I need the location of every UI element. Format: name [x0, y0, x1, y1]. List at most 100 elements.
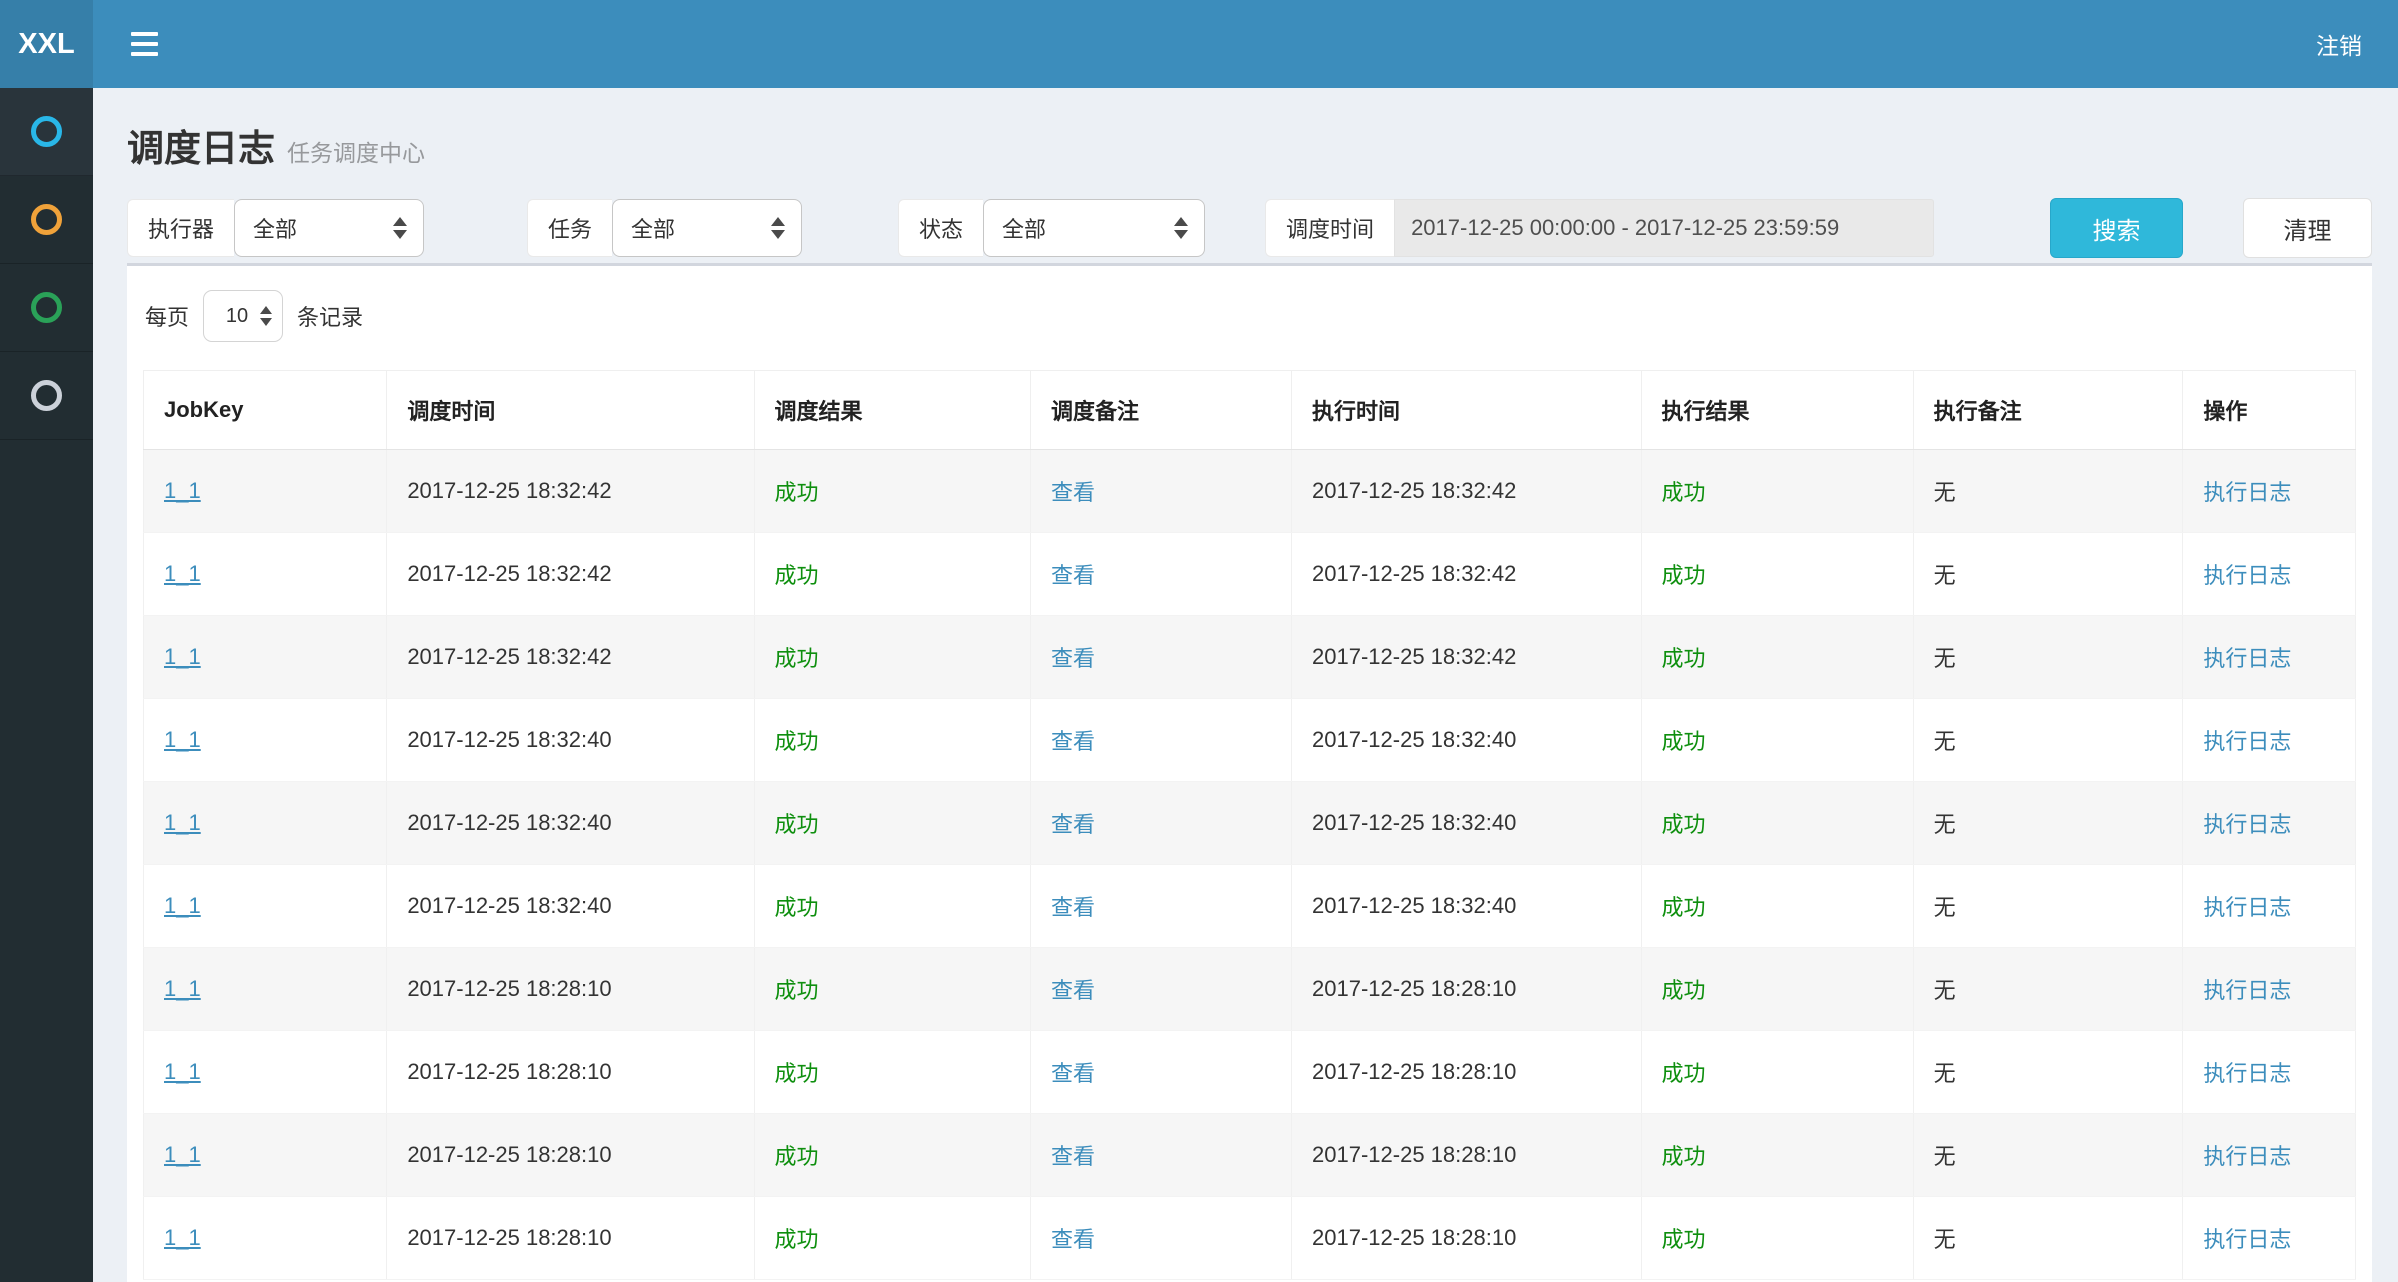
exec-log-link[interactable]: 执行日志: [2203, 563, 2291, 588]
cell-handle-time: 2017-12-25 18:28:10: [1292, 1031, 1641, 1114]
cell-handle-msg: 无: [1913, 782, 2183, 865]
page-size-select[interactable]: 10: [203, 290, 283, 342]
circle-o-icon: [31, 380, 62, 411]
view-trigger-msg-link[interactable]: 查看: [1051, 1061, 1095, 1086]
cell-trigger-msg: 查看: [1031, 616, 1292, 699]
cell-handle-msg: 无: [1913, 1197, 2183, 1280]
view-trigger-msg-link[interactable]: 查看: [1051, 1144, 1095, 1169]
view-trigger-msg-link[interactable]: 查看: [1051, 563, 1095, 588]
status-filter-group: 状态 全部: [898, 199, 1205, 257]
job-select[interactable]: 全部: [612, 199, 802, 257]
exec-log-link[interactable]: 执行日志: [2203, 895, 2291, 920]
cell-action: 执行日志: [2183, 782, 2356, 865]
cell-action: 执行日志: [2183, 616, 2356, 699]
cell-handle-msg: 无: [1913, 699, 2183, 782]
sidebar-item-3[interactable]: [0, 264, 93, 352]
table-header-row: JobKey调度时间调度结果调度备注执行时间执行结果执行备注操作: [144, 371, 2356, 450]
view-trigger-msg-link[interactable]: 查看: [1051, 646, 1095, 671]
jobkey-link[interactable]: 1_1: [164, 727, 201, 752]
cell-handle-msg: 无: [1913, 865, 2183, 948]
cell-trigger-time: 2017-12-25 18:32:40: [387, 699, 754, 782]
table-row: 1_1 2017-12-25 18:28:10 成功 查看 2017-12-25…: [144, 1031, 2356, 1114]
column-header: 调度结果: [754, 371, 1031, 450]
page-size-value: 10: [220, 305, 254, 328]
cell-handle-time: 2017-12-25 18:32:40: [1292, 782, 1641, 865]
job-select-value: 全部: [631, 212, 757, 244]
jobkey-link[interactable]: 1_1: [164, 976, 201, 1001]
column-header: 调度备注: [1031, 371, 1292, 450]
exec-log-link[interactable]: 执行日志: [2203, 646, 2291, 671]
cell-handle-msg: 无: [1913, 1114, 2183, 1197]
exec-log-link[interactable]: 执行日志: [2203, 729, 2291, 754]
sidebar-item-1[interactable]: [0, 88, 93, 176]
exec-log-link[interactable]: 执行日志: [2203, 1061, 2291, 1086]
view-trigger-msg-link[interactable]: 查看: [1051, 1227, 1095, 1252]
view-trigger-msg-link[interactable]: 查看: [1051, 895, 1095, 920]
sidebar-item-2[interactable]: [0, 176, 93, 264]
jobkey-link[interactable]: 1_1: [164, 644, 201, 669]
jobkey-link[interactable]: 1_1: [164, 1225, 201, 1250]
view-trigger-msg-link[interactable]: 查看: [1051, 812, 1095, 837]
cell-action: 执行日志: [2183, 699, 2356, 782]
exec-log-link[interactable]: 执行日志: [2203, 978, 2291, 1003]
circle-o-icon: [31, 204, 62, 235]
status-select[interactable]: 全部: [983, 199, 1205, 257]
cell-trigger-time: 2017-12-25 18:32:42: [387, 450, 754, 533]
sidebar-toggle-button[interactable]: [121, 22, 168, 66]
table-row: 1_1 2017-12-25 18:32:42 成功 查看 2017-12-25…: [144, 616, 2356, 699]
select-stepper-icon: [771, 217, 785, 239]
jobkey-link[interactable]: 1_1: [164, 893, 201, 918]
main-content: 调度日志 任务调度中心 执行器 全部 任务 全部 状态 全部 调度时: [93, 88, 2398, 1282]
view-trigger-msg-link[interactable]: 查看: [1051, 729, 1095, 754]
top-navbar: XXL 注销: [0, 0, 2398, 88]
executor-select[interactable]: 全部: [234, 199, 424, 257]
jobkey-link[interactable]: 1_1: [164, 1059, 201, 1084]
jobkey-link[interactable]: 1_1: [164, 1142, 201, 1167]
cell-trigger-result: 成功: [754, 948, 1031, 1031]
cell-handle-result: 成功: [1641, 616, 1913, 699]
cell-action: 执行日志: [2183, 948, 2356, 1031]
cell-trigger-result: 成功: [754, 450, 1031, 533]
table-row: 1_1 2017-12-25 18:32:42 成功 查看 2017-12-25…: [144, 533, 2356, 616]
status-filter-label: 状态: [898, 199, 983, 257]
cell-handle-result: 成功: [1641, 1114, 1913, 1197]
cell-handle-time: 2017-12-25 18:28:10: [1292, 1114, 1641, 1197]
cell-handle-result: 成功: [1641, 533, 1913, 616]
cell-trigger-time: 2017-12-25 18:32:42: [387, 616, 754, 699]
select-stepper-icon: [393, 217, 407, 239]
view-trigger-msg-link[interactable]: 查看: [1051, 978, 1095, 1003]
jobkey-link[interactable]: 1_1: [164, 561, 201, 586]
clear-button[interactable]: 清理: [2243, 198, 2372, 258]
cell-handle-time: 2017-12-25 18:32:42: [1292, 450, 1641, 533]
exec-log-link[interactable]: 执行日志: [2203, 1144, 2291, 1169]
logout-link[interactable]: 注销: [2306, 3, 2372, 85]
cell-trigger-time: 2017-12-25 18:28:10: [387, 1031, 754, 1114]
hamburger-icon: [131, 42, 158, 46]
column-header: JobKey: [144, 371, 387, 450]
exec-log-link[interactable]: 执行日志: [2203, 1227, 2291, 1252]
cell-trigger-result: 成功: [754, 1114, 1031, 1197]
time-range-input[interactable]: 2017-12-25 00:00:00 - 2017-12-25 23:59:5…: [1394, 199, 1934, 257]
jobkey-link[interactable]: 1_1: [164, 810, 201, 835]
app-logo[interactable]: XXL: [0, 0, 93, 88]
cell-jobkey: 1_1: [144, 865, 387, 948]
sidebar-item-4[interactable]: [0, 352, 93, 440]
cell-handle-msg: 无: [1913, 1031, 2183, 1114]
cell-trigger-time: 2017-12-25 18:32:40: [387, 782, 754, 865]
cell-trigger-msg: 查看: [1031, 699, 1292, 782]
jobkey-link[interactable]: 1_1: [164, 478, 201, 503]
cell-jobkey: 1_1: [144, 533, 387, 616]
cell-handle-time: 2017-12-25 18:28:10: [1292, 1197, 1641, 1280]
cell-handle-result: 成功: [1641, 1197, 1913, 1280]
cell-trigger-result: 成功: [754, 533, 1031, 616]
exec-log-link[interactable]: 执行日志: [2203, 480, 2291, 505]
column-header: 执行结果: [1641, 371, 1913, 450]
cell-handle-time: 2017-12-25 18:32:42: [1292, 533, 1641, 616]
cell-action: 执行日志: [2183, 1031, 2356, 1114]
search-button[interactable]: 搜索: [2050, 198, 2183, 258]
hamburger-icon: [131, 52, 158, 56]
cell-handle-time: 2017-12-25 18:32:40: [1292, 699, 1641, 782]
exec-log-link[interactable]: 执行日志: [2203, 812, 2291, 837]
column-header: 操作: [2183, 371, 2356, 450]
view-trigger-msg-link[interactable]: 查看: [1051, 480, 1095, 505]
